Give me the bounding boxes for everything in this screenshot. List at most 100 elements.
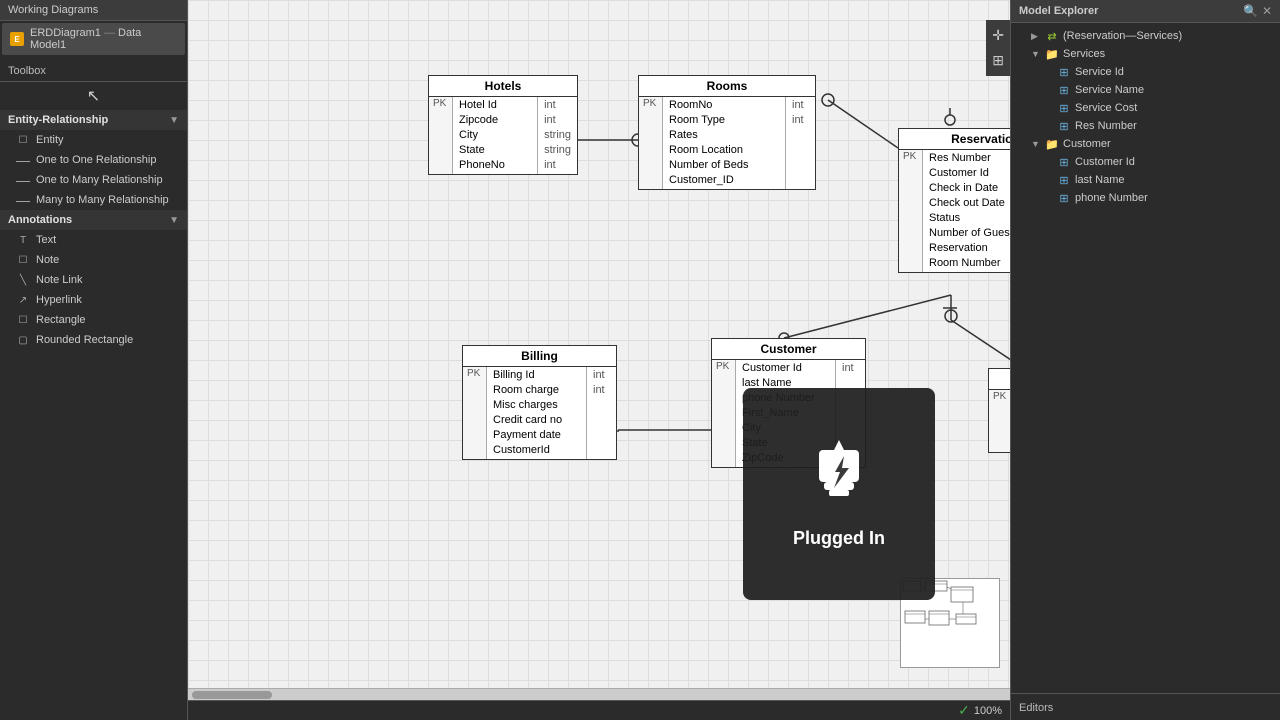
reservation-header: Reservation xyxy=(899,129,1010,150)
tree-customer-folder[interactable]: ▼ 📁 Customer xyxy=(1011,135,1280,153)
canvas-scrollbar[interactable] xyxy=(188,688,1010,700)
model-explorer-header: Model Explorer 🔍 ✕ xyxy=(1011,0,1280,23)
float-icons: ✛ ⊞ xyxy=(986,20,1010,76)
plugged-in-text: Plugged In xyxy=(793,528,885,549)
tree-last-name[interactable]: ⊞ last Name xyxy=(1011,171,1280,189)
rooms-row: PK RoomNo Room Type Rates Room Location … xyxy=(639,97,815,189)
services-pk: PK xyxy=(989,390,1010,452)
text-icon: T xyxy=(16,233,30,247)
canvas-area[interactable]: Hotels PK Hotel Id Zipcode City State Ph… xyxy=(188,0,1010,688)
annotations-section-header[interactable]: Annotations ▼ xyxy=(0,210,187,230)
close-right-icon[interactable]: ✕ xyxy=(1262,4,1272,18)
res-number-field-icon: ⊞ xyxy=(1057,119,1071,133)
service-id-field-icon: ⊞ xyxy=(1057,65,1071,79)
services-header: Services xyxy=(989,369,1010,390)
right-header-icons: 🔍 ✕ xyxy=(1243,4,1272,18)
hotels-row: PK Hotel Id Zipcode City State PhoneNo i… xyxy=(429,97,577,174)
note-icon: ☐ xyxy=(16,253,30,267)
tree-services-folder[interactable]: ▼ 📁 Services xyxy=(1011,45,1280,63)
reservation-pk: PK xyxy=(899,150,923,272)
reservation-row: PK Res Number Customer Id Check in Date … xyxy=(899,150,1010,272)
diagram-item[interactable]: E ERDDiagram1 — Data Model1 xyxy=(2,23,185,55)
tool-many-to-many[interactable]: — Many to Many Relationship xyxy=(0,190,187,210)
phone-number-field-icon: ⊞ xyxy=(1057,191,1071,205)
tree-phone-number[interactable]: ⊞ phone Number xyxy=(1011,189,1280,207)
billing-types: int int xyxy=(586,367,616,459)
tree-customer-id[interactable]: ⊞ Customer Id xyxy=(1011,153,1280,171)
plugged-in-icon xyxy=(799,440,879,520)
one-to-one-icon: — xyxy=(16,153,30,167)
cursor-icon: ↖ xyxy=(87,86,100,106)
billing-pk: PK xyxy=(463,367,487,459)
entity-icon: ☐ xyxy=(16,133,30,147)
search-icon[interactable]: 🔍 xyxy=(1243,4,1258,18)
model-tree: ▶ ⇄ (Reservation—Services) ▼ 📁 Services … xyxy=(1011,23,1280,693)
er-section-arrow: ▼ xyxy=(169,115,179,126)
tool-note-link[interactable]: ╲ Note Link xyxy=(0,270,187,290)
service-name-field-icon: ⊞ xyxy=(1057,83,1071,97)
hotels-types: int int string string int xyxy=(537,97,577,174)
left-panel: Working Diagrams E ERDDiagram1 — Data Mo… xyxy=(0,0,188,720)
customer-pk: PK xyxy=(712,360,736,467)
rooms-fields: RoomNo Room Type Rates Room Location Num… xyxy=(663,97,785,189)
one-to-many-icon: — xyxy=(16,173,30,187)
status-zoom: 100% xyxy=(974,705,1002,717)
customer-id-field-icon: ⊞ xyxy=(1057,155,1071,169)
plugged-in-overlay: Plugged In xyxy=(743,388,935,600)
tree-arrow-link: ▶ xyxy=(1031,31,1041,42)
hotels-table[interactable]: Hotels PK Hotel Id Zipcode City State Ph… xyxy=(428,75,578,175)
services-row: PK Service Id Service Name Service Cost … xyxy=(989,390,1010,452)
many-to-many-icon: — xyxy=(16,193,30,207)
hyperlink-icon: ↗ xyxy=(16,293,30,307)
editors-section: Editors xyxy=(1011,693,1280,720)
tree-service-cost[interactable]: ⊞ Service Cost xyxy=(1011,99,1280,117)
rounded-rectangle-icon: ▢ xyxy=(16,333,30,347)
services-table[interactable]: Services PK Service Id Service Name Serv… xyxy=(988,368,1010,453)
annotations-section-arrow: ▼ xyxy=(169,215,179,226)
app-container: Working Diagrams E ERDDiagram1 — Data Mo… xyxy=(0,0,1280,720)
rooms-header: Rooms xyxy=(639,76,815,97)
reservation-fields: Res Number Customer Id Check in Date Che… xyxy=(923,150,1010,272)
link-icon: ⇄ xyxy=(1045,29,1059,43)
rooms-pk: PK xyxy=(639,97,663,189)
tree-service-id[interactable]: ⊞ Service Id xyxy=(1011,63,1280,81)
toolbox-header: Toolbox xyxy=(0,57,187,82)
tree-arrow-services: ▼ xyxy=(1031,49,1041,59)
billing-header: Billing xyxy=(463,346,616,367)
right-panel: Model Explorer 🔍 ✕ ▶ ⇄ (Reservation—Serv… xyxy=(1010,0,1280,720)
tool-text[interactable]: T Text xyxy=(0,230,187,250)
tool-rectangle[interactable]: ☐ Rectangle xyxy=(0,310,187,330)
tree-res-number[interactable]: ⊞ Res Number xyxy=(1011,117,1280,135)
reservation-table[interactable]: Reservation PK Res Number Customer Id Ch… xyxy=(898,128,1010,273)
cursor-tool[interactable]: ↖ xyxy=(0,82,187,110)
note-link-icon: ╲ xyxy=(16,273,30,287)
working-diagrams-header: Working Diagrams xyxy=(0,0,187,21)
table-icon[interactable]: ⊞ xyxy=(989,49,1007,72)
services-folder-icon: 📁 xyxy=(1045,47,1059,61)
tree-reservation-services-link[interactable]: ▶ ⇄ (Reservation—Services) xyxy=(1011,27,1280,45)
service-cost-field-icon: ⊞ xyxy=(1057,101,1071,115)
tool-rounded-rectangle[interactable]: ▢ Rounded Rectangle xyxy=(0,330,187,350)
crosshair-icon[interactable]: ✛ xyxy=(989,24,1007,47)
tree-arrow-customer: ▼ xyxy=(1031,139,1041,149)
diagram-name: ERDDiagram1 — Data Model1 xyxy=(30,27,177,51)
er-section-header[interactable]: Entity-Relationship ▼ xyxy=(0,110,187,130)
scroll-thumb[interactable] xyxy=(192,691,272,699)
hotels-fields: Hotel Id Zipcode City State PhoneNo xyxy=(453,97,537,174)
hotels-pk: PK xyxy=(429,97,453,174)
tool-one-to-one[interactable]: — One to One Relationship xyxy=(0,150,187,170)
center-panel: Hotels PK Hotel Id Zipcode City State Ph… xyxy=(188,0,1010,720)
customer-folder-icon: 📁 xyxy=(1045,137,1059,151)
tool-one-to-many[interactable]: — One to Many Relationship xyxy=(0,170,187,190)
billing-table[interactable]: Billing PK Billing Id Room charge Misc c… xyxy=(462,345,617,460)
rooms-types: int int xyxy=(785,97,815,189)
rectangle-icon: ☐ xyxy=(16,313,30,327)
tool-hyperlink[interactable]: ↗ Hyperlink xyxy=(0,290,187,310)
billing-row: PK Billing Id Room charge Misc charges C… xyxy=(463,367,616,459)
rooms-table[interactable]: Rooms PK RoomNo Room Type Rates Room Loc… xyxy=(638,75,816,190)
tool-note[interactable]: ☐ Note xyxy=(0,250,187,270)
tree-service-name[interactable]: ⊞ Service Name xyxy=(1011,81,1280,99)
working-diagrams-label: Working Diagrams xyxy=(8,4,98,16)
diagram-icon: E xyxy=(10,32,24,46)
tool-entity[interactable]: ☐ Entity xyxy=(0,130,187,150)
